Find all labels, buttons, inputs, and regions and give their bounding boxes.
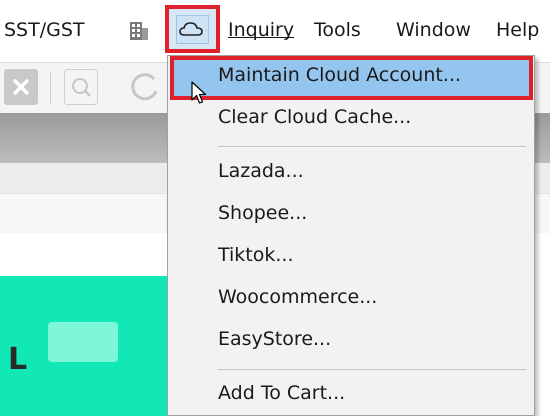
menu-item-tiktok[interactable]: Tiktok... bbox=[172, 238, 530, 278]
menu-item-maintain-cloud-account[interactable]: Maintain Cloud Account... bbox=[172, 58, 530, 98]
menu-help-label: Help bbox=[496, 19, 540, 41]
toolbar-separator bbox=[50, 71, 51, 105]
menu-separator bbox=[218, 146, 526, 147]
menu-item-label: Clear Cloud Cache... bbox=[218, 106, 412, 128]
menu-item-lazada[interactable]: Lazada... bbox=[172, 154, 530, 194]
menu-sst-gst-label: SST/GST bbox=[4, 19, 85, 41]
search-icon bbox=[72, 78, 91, 97]
refresh-icon bbox=[131, 73, 158, 101]
refresh-button[interactable] bbox=[106, 69, 166, 105]
menu-item-woocommerce[interactable]: Woocommerce... bbox=[172, 280, 530, 320]
menu-inquiry[interactable]: Inquiry bbox=[228, 16, 294, 44]
menu-inquiry-label: Inquiry bbox=[228, 19, 295, 41]
faded-graphic bbox=[48, 322, 118, 362]
menu-window[interactable]: Window bbox=[396, 16, 471, 44]
menu-item-label: Tiktok... bbox=[218, 244, 294, 266]
cloud-menu-button-inner bbox=[176, 15, 209, 44]
building-icon[interactable] bbox=[128, 20, 150, 42]
menu-item-label: Shopee... bbox=[218, 202, 308, 224]
menu-item-label: Add To Cart... bbox=[218, 382, 346, 404]
menu-item-label: Lazada... bbox=[218, 160, 304, 182]
cloud-menu-button[interactable] bbox=[165, 5, 220, 53]
menu-item-label: Maintain Cloud Account... bbox=[218, 64, 461, 86]
panel-letter: L bbox=[8, 342, 28, 377]
menu-item-label: EasyStore... bbox=[218, 328, 332, 350]
menu-item-easystore[interactable]: EasyStore... bbox=[172, 322, 530, 362]
menu-item-shopee[interactable]: Shopee... bbox=[172, 196, 530, 236]
mouse-cursor-icon bbox=[191, 81, 207, 104]
menu-help[interactable]: Help bbox=[496, 16, 539, 44]
close-icon bbox=[13, 79, 29, 95]
menu-window-label: Window bbox=[396, 19, 471, 41]
menu-bar: SST/GST Inquiry Tools Window Help bbox=[0, 0, 550, 62]
menu-item-clear-cloud-cache[interactable]: Clear Cloud Cache... bbox=[172, 100, 530, 140]
menu-item-add-to-cart[interactable]: Add To Cart... bbox=[172, 376, 530, 416]
menu-item-label: Woocommerce... bbox=[218, 286, 378, 308]
search-button[interactable] bbox=[64, 69, 98, 105]
close-button[interactable] bbox=[4, 69, 38, 105]
menu-sst-gst[interactable]: SST/GST bbox=[4, 16, 85, 44]
menu-tools-label: Tools bbox=[314, 19, 361, 41]
menu-separator bbox=[218, 369, 526, 370]
cloud-icon bbox=[179, 22, 203, 36]
cloud-dropdown-menu: Maintain Cloud Account... Clear Cloud Ca… bbox=[167, 55, 535, 416]
menu-tools[interactable]: Tools bbox=[314, 16, 361, 44]
